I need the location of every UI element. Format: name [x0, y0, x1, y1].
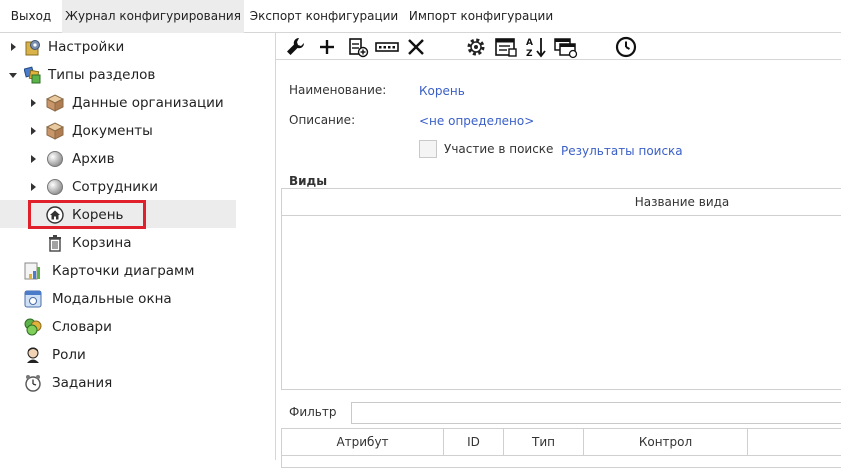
tree-item-tasks[interactable]: Задания [0, 369, 276, 397]
tree-item-label: Документы [72, 123, 153, 139]
tree-item-label: Типы разделов [48, 67, 156, 83]
card-view-icon[interactable] [494, 35, 518, 59]
expand-arrow-icon[interactable] [31, 155, 36, 163]
dictionary-icon [24, 318, 42, 336]
attributes-grid: Атрибут ID Тип Контрол [281, 428, 841, 468]
description-value-link[interactable]: <не определено> [419, 114, 534, 128]
views-grid-header: Название вида [282, 189, 841, 216]
settings-icon [25, 40, 40, 56]
main-panel: A Z Наименование: Корень Описание: <не о… [276, 33, 841, 468]
column-header-attribute[interactable]: Атрибут [282, 429, 444, 456]
filter-label: Фильтр [289, 405, 337, 419]
field-icon[interactable] [375, 35, 399, 59]
search-results-link[interactable]: Результаты поиска [561, 144, 683, 158]
tab-export-config[interactable]: Экспорт конфигурации [244, 0, 404, 33]
tree-item-documents[interactable]: Документы [0, 117, 276, 145]
selection-highlight-box [28, 200, 146, 229]
tree-item-label: Данные организации [72, 95, 224, 111]
svg-text:Z: Z [526, 49, 533, 59]
tree-item-label: Модальные окна [52, 291, 172, 307]
box-icon [46, 122, 64, 140]
tab-exit[interactable]: Выход [0, 0, 62, 33]
sort-az-icon[interactable]: A Z [524, 35, 548, 59]
tree-item-label: Карточки диаграмм [52, 263, 195, 279]
tree-item-archive[interactable]: Архив [0, 145, 276, 173]
description-label: Описание: [289, 113, 356, 127]
trash-icon [49, 235, 61, 252]
clock-icon[interactable] [614, 35, 638, 59]
column-header-control[interactable]: Контрол [584, 429, 748, 456]
tree-item-trash[interactable]: Корзина [0, 229, 276, 257]
search-participation-checkbox[interactable] [419, 140, 437, 158]
tab-import-config[interactable]: Импорт конфигурации [404, 0, 558, 33]
settings-gear-icon[interactable] [464, 35, 488, 59]
expand-arrow-icon[interactable] [31, 183, 36, 191]
expand-arrow-icon[interactable] [11, 43, 16, 51]
expand-arrow-icon[interactable] [31, 99, 36, 107]
tree-item-org-data[interactable]: Данные организации [0, 89, 276, 117]
wrench-icon[interactable] [284, 35, 308, 59]
svg-text:A: A [526, 38, 533, 48]
column-header-type[interactable]: Тип [504, 429, 584, 456]
search-participation-label: Участие в поиске [444, 142, 554, 156]
tree-item-dictionaries[interactable]: Словари [0, 313, 276, 341]
section-types-icon [24, 66, 41, 84]
tab-config-log[interactable]: Журнал конфигурирования [62, 0, 244, 33]
expand-arrow-icon[interactable] [31, 127, 36, 135]
attributes-grid-header: Атрибут ID Тип Контрол [282, 429, 841, 456]
tree-item-roles[interactable]: Роли [0, 341, 276, 369]
roles-icon [27, 347, 39, 363]
modal-window-icon [24, 290, 42, 308]
views-section-title: Виды [289, 174, 328, 188]
copy-window-icon[interactable] [554, 35, 578, 59]
tree-item-section-types[interactable]: Типы разделов [0, 61, 276, 89]
tree-item-chart-cards[interactable]: Карточки диаграмм [0, 257, 276, 285]
tree-item-label: Задания [52, 375, 113, 391]
sphere-icon [47, 179, 63, 195]
sphere-icon [47, 151, 63, 167]
add-icon[interactable] [315, 35, 339, 59]
column-header-id[interactable]: ID [444, 429, 504, 456]
tree-item-label: Архив [72, 151, 115, 167]
tasks-clock-icon [25, 375, 41, 392]
tree-item-settings[interactable]: Настройки [0, 33, 276, 61]
name-value-link[interactable]: Корень [419, 84, 465, 98]
tree-item-label: Настройки [48, 39, 125, 55]
toolbar: A Z [276, 33, 841, 60]
top-menu-bar: Выход Журнал конфигурирования Экспорт ко… [0, 0, 841, 33]
tree-item-modal-windows[interactable]: Модальные окна [0, 285, 276, 313]
sidebar-tree: Настройки Типы разделов Данные организац… [0, 33, 276, 460]
collapse-arrow-icon[interactable] [9, 73, 17, 78]
filter-input[interactable] [351, 402, 841, 424]
column-header-view-name[interactable]: Название вида [282, 189, 841, 216]
tree-item-label: Корзина [72, 235, 132, 251]
tree-item-label: Сотрудники [72, 179, 158, 195]
tree-item-employees[interactable]: Сотрудники [0, 173, 276, 201]
chart-cards-icon [24, 262, 40, 280]
delete-icon[interactable] [404, 35, 428, 59]
views-grid: Название вида [281, 188, 841, 390]
box-icon [46, 94, 64, 112]
name-label: Наименование: [289, 83, 387, 97]
tree-item-label: Роли [52, 347, 86, 363]
add-record-icon[interactable] [346, 35, 370, 59]
tree-item-label: Словари [52, 319, 112, 335]
